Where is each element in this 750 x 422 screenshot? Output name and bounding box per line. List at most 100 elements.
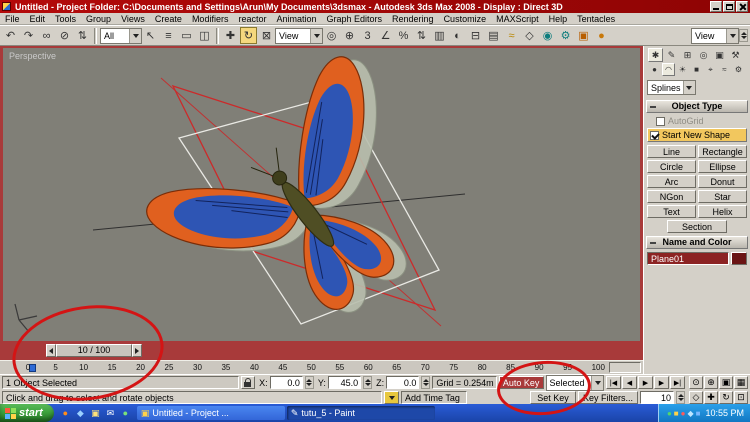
- tray-icon-3[interactable]: ●: [681, 409, 686, 418]
- x-coordinate-field[interactable]: 0.0: [269, 376, 303, 389]
- menu-item[interactable]: Help: [544, 13, 573, 25]
- next-frame-arrow[interactable]: [132, 344, 142, 357]
- x-spinner[interactable]: [304, 376, 314, 389]
- undo-icon[interactable]: ↶: [2, 27, 19, 44]
- key-mode-dropdown[interactable]: Selected: [545, 374, 604, 391]
- helix-button[interactable]: Helix: [698, 205, 747, 218]
- named-selection-sets-icon[interactable]: ▥: [431, 27, 448, 44]
- add-time-tag[interactable]: Add Time Tag: [401, 391, 467, 404]
- shapes-category-icon[interactable]: ◠: [662, 63, 675, 76]
- line-button[interactable]: Line: [647, 145, 696, 158]
- y-coordinate-field[interactable]: 45.0: [327, 376, 362, 389]
- select-move-icon[interactable]: ✚: [222, 27, 239, 44]
- object-name-field[interactable]: Plane01: [647, 252, 729, 265]
- hierarchy-tab-icon[interactable]: ⊞: [680, 48, 695, 62]
- select-manipulate-icon[interactable]: ⊕: [341, 27, 358, 44]
- zoom-icon[interactable]: ⊙: [689, 376, 703, 389]
- redo-icon[interactable]: ↷: [20, 27, 37, 44]
- cameras-category-icon[interactable]: ■: [690, 63, 703, 76]
- menu-item[interactable]: Tentacles: [572, 13, 620, 25]
- material-editor-icon[interactable]: ◉: [539, 27, 556, 44]
- menu-item[interactable]: Rendering: [387, 13, 439, 25]
- start-new-shape-button[interactable]: Start New Shape: [647, 128, 747, 142]
- menu-item[interactable]: MAXScript: [491, 13, 544, 25]
- star-button[interactable]: Star: [698, 190, 747, 203]
- select-link-icon[interactable]: ∞: [38, 27, 55, 44]
- menu-item[interactable]: Modifiers: [187, 13, 234, 25]
- field-of-view-icon[interactable]: ◇: [689, 391, 703, 404]
- select-scale-icon[interactable]: ⊠: [258, 27, 275, 44]
- render-setup-icon[interactable]: ⚙: [557, 27, 574, 44]
- layer-manager-icon[interactable]: ▤: [485, 27, 502, 44]
- z-coordinate-field[interactable]: 0.0: [386, 376, 420, 389]
- tray-icon-4[interactable]: ◆: [687, 409, 693, 418]
- select-rotate-icon[interactable]: ↻: [240, 27, 257, 44]
- arc-rotate-icon[interactable]: ↻: [719, 391, 733, 404]
- next-frame-button[interactable]: ▶: [654, 376, 669, 389]
- subcategory-dropdown[interactable]: Splines: [647, 80, 696, 95]
- lights-category-icon[interactable]: ☀: [676, 63, 689, 76]
- use-pivot-center-icon[interactable]: ◎: [323, 27, 340, 44]
- task-paint[interactable]: ✎ tutu_5 - Paint: [286, 406, 435, 420]
- circle-button[interactable]: Circle: [647, 160, 696, 173]
- zoom-extents-icon[interactable]: ▣: [719, 376, 733, 389]
- ngon-button[interactable]: NGon: [647, 190, 696, 203]
- viewport-view-dropdown[interactable]: View: [691, 27, 739, 44]
- schematic-view-icon[interactable]: ◇: [521, 27, 538, 44]
- time-slider[interactable]: 10 / 100: [0, 341, 643, 360]
- quick-launch-icon-5[interactable]: ●: [119, 408, 132, 418]
- section-button[interactable]: Section: [667, 220, 727, 233]
- play-button[interactable]: ▶: [638, 376, 653, 389]
- menu-item[interactable]: reactor: [233, 13, 271, 25]
- object-color-swatch[interactable]: [731, 252, 747, 265]
- align-icon[interactable]: ⊟: [467, 27, 484, 44]
- selection-lock-button[interactable]: [240, 376, 256, 389]
- select-object-icon[interactable]: ↖: [142, 27, 159, 44]
- bind-spacewarp-icon[interactable]: ⇅: [74, 27, 91, 44]
- ellipse-button[interactable]: Ellipse: [698, 160, 747, 173]
- menu-item[interactable]: Customize: [439, 13, 492, 25]
- key-filters-button[interactable]: Key Filters...: [578, 391, 638, 404]
- previous-frame-button[interactable]: ◀: [622, 376, 637, 389]
- close-button[interactable]: [736, 1, 748, 12]
- render-frame-icon[interactable]: ▣: [575, 27, 592, 44]
- create-tab-icon[interactable]: ✱: [648, 48, 663, 62]
- quick-launch-icon-2[interactable]: ◆: [74, 408, 87, 419]
- window-crossing-icon[interactable]: ◫: [196, 27, 213, 44]
- previous-frame-arrow[interactable]: [46, 344, 56, 357]
- menu-item[interactable]: Views: [116, 13, 150, 25]
- track-bar[interactable]: 0 5 10 15 20 25 30 35 40 45 50 55 60 65 70 75 80 85 90 95 10…: [0, 360, 643, 374]
- maximize-button[interactable]: [723, 1, 735, 12]
- reference-coordinate-dropdown[interactable]: View: [275, 27, 323, 44]
- tray-icon-5[interactable]: ■: [696, 409, 701, 418]
- start-button[interactable]: start: [0, 404, 54, 422]
- menu-item[interactable]: Edit: [25, 13, 51, 25]
- quick-launch-icon-3[interactable]: ▣: [89, 408, 102, 419]
- pan-icon[interactable]: ✚: [704, 391, 718, 404]
- rectangle-button[interactable]: Rectangle: [698, 145, 747, 158]
- y-spinner[interactable]: [363, 376, 373, 389]
- view-spinner[interactable]: [739, 29, 748, 42]
- angle-snap-icon[interactable]: ∠: [377, 27, 394, 44]
- minimize-button[interactable]: [710, 1, 722, 12]
- donut-button[interactable]: Donut: [698, 175, 747, 188]
- auto-key-button[interactable]: Auto Key: [498, 376, 544, 389]
- text-button[interactable]: Text: [647, 205, 696, 218]
- snap-toggle-icon[interactable]: 3: [359, 27, 376, 44]
- motion-tab-icon[interactable]: ◎: [696, 48, 711, 62]
- name-color-rollout-header[interactable]: Name and Color: [646, 236, 748, 249]
- tray-icon-1[interactable]: ●: [667, 409, 672, 418]
- tray-icon-2[interactable]: ■: [674, 409, 679, 418]
- quick-launch-icon-4[interactable]: ✉: [104, 408, 117, 419]
- viewport-perspective[interactable]: Perspective: [0, 46, 643, 341]
- utilities-tab-icon[interactable]: ⚒: [728, 48, 743, 62]
- start-new-shape-checkbox[interactable]: [650, 130, 659, 140]
- selection-filter-dropdown[interactable]: All: [100, 27, 142, 44]
- unlink-icon[interactable]: ⊘: [56, 27, 73, 44]
- rectangular-region-icon[interactable]: ▭: [178, 27, 195, 44]
- spacewarps-category-icon[interactable]: ≈: [718, 63, 731, 76]
- menu-item[interactable]: Graph Editors: [322, 13, 388, 25]
- menu-item[interactable]: Group: [81, 13, 116, 25]
- set-key-button[interactable]: Set Key: [530, 391, 576, 404]
- menu-item[interactable]: Create: [150, 13, 187, 25]
